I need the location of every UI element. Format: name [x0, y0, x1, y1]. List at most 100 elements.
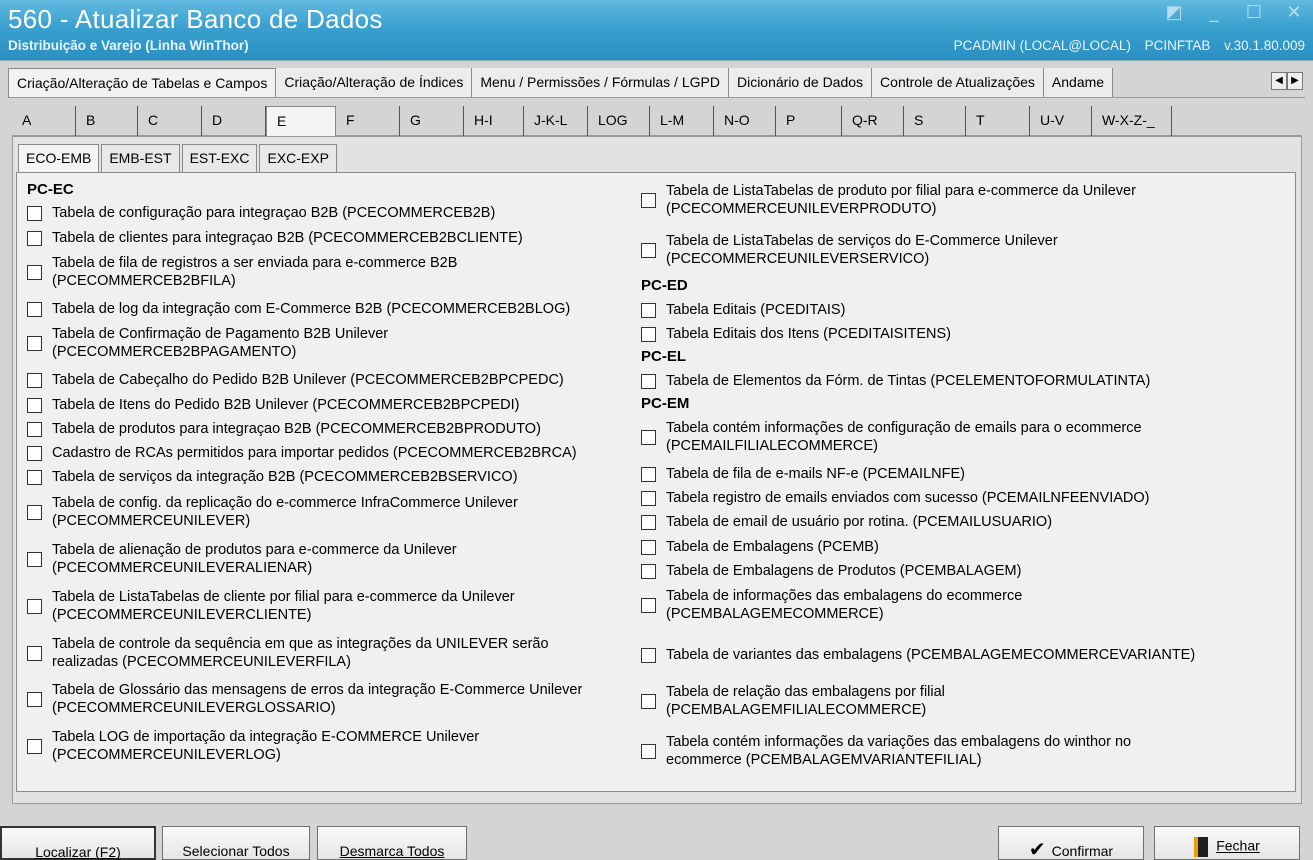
checkbox[interactable]	[27, 264, 42, 280]
letter-tab[interactable]: A	[12, 106, 76, 136]
checkbox[interactable]	[641, 539, 656, 555]
sub-tab[interactable]: EXC-EXP	[259, 144, 337, 172]
table-checkbox-item[interactable]: Cadastro de RCAs permitidos para importa…	[27, 444, 577, 462]
checkbox[interactable]	[641, 466, 656, 482]
table-checkbox-item[interactable]: Tabela de clientes para integraçao B2B (…	[27, 229, 523, 247]
table-checkbox-item[interactable]: Tabela de Embalagens de Produtos (PCEMBA…	[641, 562, 1021, 580]
table-checkbox-item[interactable]: Tabela de ListaTabelas de cliente por fi…	[27, 588, 515, 624]
letter-tab[interactable]: F	[336, 106, 400, 136]
table-checkbox-item[interactable]: Tabela de Elementos da Fórm. de Tintas (…	[641, 372, 1150, 390]
table-checkbox-item[interactable]: Tabela de Cabeçalho do Pedido B2B Unilev…	[27, 371, 564, 389]
table-checkbox-item[interactable]: Tabela Editais (PCEDITAIS)	[641, 301, 845, 319]
main-tab[interactable]: Andame	[1043, 68, 1114, 97]
checkbox[interactable]	[641, 647, 656, 663]
table-checkbox-item[interactable]: Tabela contém informações da variações d…	[641, 733, 1131, 769]
letter-tab[interactable]: N-O	[714, 106, 776, 136]
table-checkbox-item[interactable]: Tabela de fila de registros a ser enviad…	[27, 254, 457, 290]
table-checkbox-item[interactable]: Tabela de produtos para integraçao B2B (…	[27, 420, 541, 438]
confirm-button[interactable]: ✔ Confirmar	[998, 826, 1144, 860]
checkbox[interactable]	[27, 445, 42, 461]
checkbox[interactable]	[641, 693, 656, 709]
checkbox[interactable]	[641, 326, 656, 342]
checkbox[interactable]	[27, 421, 42, 437]
checkbox[interactable]	[27, 551, 42, 567]
letter-tab[interactable]: L-M	[650, 106, 714, 136]
main-tab[interactable]: Criação/Alteração de Índices	[276, 68, 473, 97]
table-checkbox-item[interactable]: Tabela de variantes das embalagens (PCEM…	[641, 646, 1195, 664]
checkbox[interactable]	[27, 301, 42, 317]
restore-icon[interactable]: ◩	[1165, 2, 1183, 23]
checkbox[interactable]	[641, 242, 656, 258]
letter-tab[interactable]: D	[202, 106, 266, 136]
checkbox[interactable]	[641, 429, 656, 445]
checkbox[interactable]	[641, 490, 656, 506]
table-checkbox-item[interactable]: Tabela de alienação de produtos para e-c…	[27, 541, 457, 577]
close-button[interactable]: Fechar	[1154, 826, 1300, 860]
table-checkbox-item[interactable]: Tabela de Itens do Pedido B2B Unilever (…	[27, 396, 519, 414]
checkbox[interactable]	[27, 372, 42, 388]
table-checkbox-item[interactable]: Tabela de informações das embalagens do …	[641, 587, 1022, 623]
sub-tab[interactable]: EMB-EST	[101, 144, 180, 172]
table-checkbox-item[interactable]: Tabela de log da integração com E-Commer…	[27, 300, 570, 318]
table-checkbox-item[interactable]: Tabela LOG de importação da integração E…	[27, 728, 479, 764]
letter-tab[interactable]: U-V	[1030, 106, 1092, 136]
checkbox[interactable]	[641, 563, 656, 579]
checkbox[interactable]	[27, 397, 42, 413]
main-tab[interactable]: Controle de Atualizações	[872, 68, 1044, 97]
checkbox[interactable]	[27, 645, 42, 661]
letter-tab[interactable]: J-K-L	[524, 106, 588, 136]
table-checkbox-item[interactable]: Tabela Editais dos Itens (PCEDITAISITENS…	[641, 325, 951, 343]
main-tab[interactable]: Criação/Alteração de Tabelas e Campos	[8, 68, 277, 97]
letter-tab[interactable]: G	[400, 106, 464, 136]
letter-tab[interactable]: Q-R	[842, 106, 904, 136]
table-checkbox-item[interactable]: Tabela de email de usuário por rotina. (…	[641, 513, 1052, 531]
checkbox[interactable]	[27, 598, 42, 614]
table-checkbox-item[interactable]: Tabela de ListaTabelas de produto por fi…	[641, 182, 1136, 218]
minimize-icon[interactable]: _	[1205, 2, 1223, 23]
table-checkbox-item[interactable]: Tabela de serviços da integração B2B (PC…	[27, 468, 518, 486]
letter-tab[interactable]: C	[138, 106, 202, 136]
letter-tab[interactable]: P	[776, 106, 842, 136]
checkbox[interactable]	[641, 514, 656, 530]
letter-tab[interactable]: B	[76, 106, 138, 136]
table-checkbox-item[interactable]: Tabela registro de emails enviados com s…	[641, 489, 1150, 507]
table-checkbox-item[interactable]: Tabela de relação das embalagens por fil…	[641, 683, 945, 719]
table-checkbox-item[interactable]: Tabela contém informações de configuraçã…	[641, 419, 1142, 455]
main-tab[interactable]: Dicionário de Dados	[728, 68, 873, 97]
table-checkbox-item[interactable]: Tabela de fila de e-mails NF-e (PCEMAILN…	[641, 465, 965, 483]
sub-tab[interactable]: ECO-EMB	[18, 144, 100, 172]
letter-tab[interactable]: S	[904, 106, 966, 136]
close-icon[interactable]: ✕	[1285, 2, 1303, 23]
scroll-left-icon[interactable]: ◀	[1271, 72, 1287, 90]
localizar-button[interactable]: Localizar (F2)	[0, 826, 156, 860]
checkbox[interactable]	[27, 691, 42, 707]
sub-tab[interactable]: EST-EXC	[181, 144, 258, 172]
table-checkbox-item[interactable]: Tabela de Glossário das mensagens de err…	[27, 681, 582, 717]
maximize-icon[interactable]: ☐	[1245, 2, 1263, 23]
checkbox[interactable]	[641, 743, 656, 759]
table-checkbox-item[interactable]: Tabela de config. da replicação do e-com…	[27, 494, 518, 530]
select-all-button[interactable]: Selecionar Todos	[162, 826, 310, 860]
table-checkbox-item[interactable]: Tabela de Embalagens (PCEMB)	[641, 538, 879, 556]
table-checkbox-item[interactable]: Tabela de ListaTabelas de serviços do E-…	[641, 232, 1058, 268]
letter-tab[interactable]: H-I	[464, 106, 524, 136]
checkbox[interactable]	[27, 469, 42, 485]
checkbox[interactable]	[27, 335, 42, 351]
letter-tab[interactable]: T	[966, 106, 1030, 136]
table-checkbox-item[interactable]: Tabela de controle da sequência em que a…	[27, 635, 549, 671]
checkbox[interactable]	[641, 192, 656, 208]
checkbox[interactable]	[27, 205, 42, 221]
table-checkbox-item[interactable]: Tabela de configuração para integraçao B…	[27, 204, 495, 222]
checkbox[interactable]	[641, 597, 656, 613]
checkbox[interactable]	[27, 504, 42, 520]
deselect-all-button[interactable]: Desmarca Todos	[317, 826, 467, 860]
letter-tab[interactable]: E	[266, 106, 336, 136]
letter-tab[interactable]: LOG	[588, 106, 650, 136]
checkbox[interactable]	[641, 302, 656, 318]
table-checkbox-item[interactable]: Tabela de Confirmação de Pagamento B2B U…	[27, 325, 388, 361]
scroll-right-icon[interactable]: ▶	[1287, 72, 1303, 90]
checkbox[interactable]	[27, 230, 42, 246]
letter-tab[interactable]: W-X-Z-_	[1092, 106, 1172, 136]
main-tab[interactable]: Menu / Permissões / Fórmulas / LGPD	[472, 68, 729, 97]
checkbox[interactable]	[641, 373, 656, 389]
